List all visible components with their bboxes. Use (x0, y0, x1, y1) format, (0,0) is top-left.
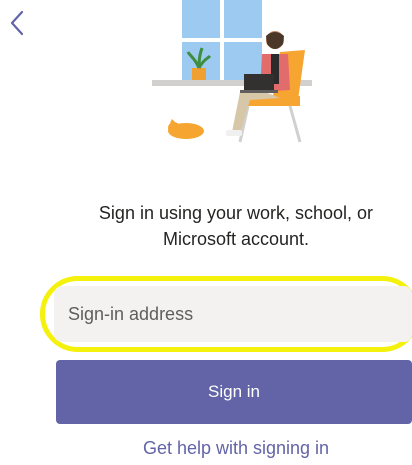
sign-in-address-input[interactable] (54, 286, 412, 342)
instruction-line-1: Sign in using your work, school, or (98, 203, 374, 223)
back-button[interactable] (4, 6, 30, 40)
help-signing-in-link[interactable]: Get help with signing in (60, 438, 412, 459)
instruction-line-2: Microsoft account. (162, 229, 310, 249)
chevron-left-icon (10, 10, 24, 36)
sign-in-button[interactable]: Sign in (56, 360, 412, 424)
sign-in-screen: Sign in using your work, school, or Micr… (0, 0, 412, 465)
sign-in-instruction: Sign in using your work, school, or Micr… (60, 200, 412, 252)
plant-pot (192, 68, 206, 80)
person-working-illustration (152, 0, 312, 143)
person-legs (232, 90, 280, 134)
laptop (244, 74, 274, 92)
